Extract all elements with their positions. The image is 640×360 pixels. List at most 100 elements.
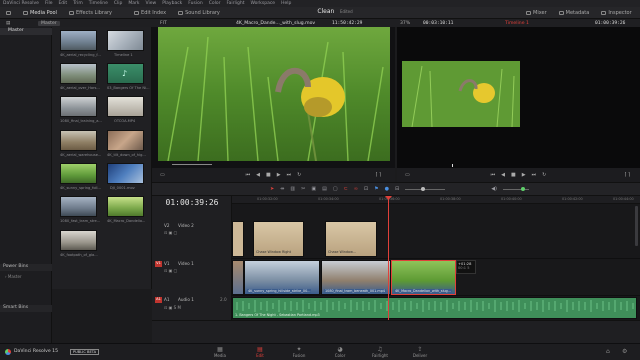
reverse-icon[interactable]: ◀ <box>501 172 505 178</box>
menu-fusion[interactable]: Fusion <box>188 1 202 6</box>
timeline-clip-v1[interactable]: 4K_sunny_spring_hillside_strike_00... <box>244 260 320 295</box>
page-tab-deliver[interactable]: ⇪ Deliver <box>411 346 429 358</box>
menu-timeline[interactable]: Timeline <box>89 1 108 6</box>
speaker-icon[interactable]: ◀) <box>491 186 497 192</box>
page-tab-edit[interactable]: ▤ Edit <box>253 346 267 358</box>
track-controls-v2[interactable]: ⊡ ▣ ▢ <box>164 230 177 235</box>
track-controls-v1[interactable]: ⊡ ▣ ▢ <box>164 268 177 273</box>
overwrite-clip-icon[interactable]: ▤ <box>322 186 327 192</box>
timeline-clip-v2[interactable]: Chase Window... <box>325 221 377 257</box>
menu-edit[interactable]: Edit <box>58 1 67 6</box>
bin-list-icon[interactable]: ▤ <box>6 21 10 26</box>
source-zoom[interactable]: FIT <box>160 21 167 26</box>
jump-start-icon[interactable]: ⏮ <box>491 172 496 178</box>
timeline-zoom[interactable]: 37% <box>400 21 410 26</box>
blade-tool-icon[interactable]: ✂ <box>301 186 305 192</box>
play-icon[interactable]: ▶ <box>277 172 281 178</box>
media-thumb[interactable] <box>60 163 97 184</box>
menu-color[interactable]: Color <box>209 1 221 6</box>
timeline-tracks[interactable]: 01:00:32:00 01:00:34:00 01:00:36:00 01:0… <box>232 196 640 320</box>
inspector-button[interactable]: Inspector <box>595 7 637 19</box>
reverse-icon[interactable]: ◀ <box>256 172 260 178</box>
timeline-ruler[interactable]: 01:00:32:00 01:00:34:00 01:00:36:00 01:0… <box>232 196 640 204</box>
source-patch-a1[interactable]: A1 <box>155 297 162 303</box>
timeline-clip-v1-selected[interactable]: 4K_Macro_Dandelion_with_slug... <box>391 260 456 295</box>
menu-file[interactable]: File <box>45 1 53 6</box>
replace-clip-icon[interactable]: ▢ <box>333 186 338 192</box>
bin-dropdown[interactable]: Master <box>38 20 60 26</box>
jump-end-icon[interactable]: ⏭ <box>287 172 292 178</box>
page-tab-color[interactable]: ◕ Color <box>333 346 347 358</box>
media-thumb[interactable] <box>107 163 144 184</box>
media-thumb[interactable] <box>60 230 97 251</box>
menu-playback[interactable]: Playback <box>162 1 182 6</box>
collapse-panel-button[interactable] <box>0 7 17 19</box>
media-thumb[interactable] <box>107 30 144 51</box>
edit-index-button[interactable]: Edit Index <box>128 7 172 19</box>
menu-app[interactable]: DaVinci Resolve <box>3 1 39 6</box>
volume-slider-handle[interactable] <box>520 186 525 191</box>
power-bin-master[interactable]: › Master <box>5 274 22 279</box>
effects-library-button[interactable]: Effects Library <box>63 7 118 19</box>
media-thumb[interactable] <box>60 63 97 84</box>
zoom-full-icon[interactable]: ⊟ <box>395 186 399 192</box>
stop-icon[interactable]: ■ <box>266 172 271 178</box>
menu-mark[interactable]: Mark <box>128 1 139 6</box>
timeline-clip-v2[interactable] <box>232 221 244 257</box>
power-bins-header[interactable]: Power Bins <box>0 264 52 271</box>
page-tab-fusion[interactable]: ✦ Fusion <box>292 346 306 358</box>
smart-bins-header[interactable]: Smart Bins <box>0 305 52 312</box>
mark-in-icon[interactable]: ⌈ ⌉ <box>376 172 382 178</box>
menu-help[interactable]: Help <box>281 1 291 6</box>
sound-library-button[interactable]: Sound Library <box>172 7 226 19</box>
media-thumb[interactable] <box>60 130 97 151</box>
page-tab-media[interactable]: ▦ Media <box>213 346 227 358</box>
snapping-icon[interactable]: ⊂ <box>344 186 348 192</box>
jump-end-icon[interactable]: ⏭ <box>532 172 537 178</box>
insert-clip-icon[interactable]: ▣ <box>311 186 316 192</box>
media-thumb[interactable]: ♪ <box>107 63 144 84</box>
source-scrubber[interactable] <box>172 164 212 165</box>
zoom-slider[interactable] <box>405 186 446 191</box>
clip-options-icon[interactable]: ▭ <box>160 172 165 178</box>
timeline-clip-v2[interactable]: Chase Window Right <box>253 221 304 257</box>
timeline-viewer[interactable] <box>397 27 640 182</box>
metadata-button[interactable]: Metadata <box>553 7 596 19</box>
source-patch-v1[interactable]: V1 <box>155 261 162 267</box>
position-lock-icon[interactable]: ⊡ <box>364 186 368 192</box>
menu-clip[interactable]: Clip <box>114 1 123 6</box>
timeline-clip-v1[interactable] <box>232 260 244 295</box>
master-bin[interactable]: Master <box>0 28 52 35</box>
timeline-clip-v1[interactable]: 1080_final_tram_beneath_001.mp4 <box>321 260 391 295</box>
flag-icon[interactable]: ⚑ <box>374 186 378 192</box>
dynamic-trim-icon[interactable]: ▥ <box>290 186 295 192</box>
menu-fairlight[interactable]: Fairlight <box>226 1 244 6</box>
selection-tool-icon[interactable]: ➤ <box>270 186 274 192</box>
timeline-name-dropdown[interactable]: Timeline 1 <box>505 21 529 26</box>
media-thumb[interactable] <box>60 96 97 117</box>
mixer-button[interactable]: Mixer <box>520 7 553 19</box>
settings-icon[interactable]: ⚙ <box>622 348 627 355</box>
marker-icon[interactable]: ● <box>385 186 389 192</box>
media-thumb[interactable] <box>107 196 144 217</box>
trim-tool-icon[interactable]: ⇹ <box>280 186 284 192</box>
media-thumb[interactable] <box>60 30 97 51</box>
menu-view[interactable]: View <box>146 1 157 6</box>
clip-options-icon[interactable]: ▭ <box>405 172 410 178</box>
media-thumb[interactable] <box>107 96 144 117</box>
zoom-slider-handle[interactable] <box>421 186 426 191</box>
media-thumb[interactable] <box>107 130 144 151</box>
stop-icon[interactable]: ■ <box>511 172 516 178</box>
media-pool-button[interactable]: Media Pool <box>17 7 63 19</box>
jump-start-icon[interactable]: ⏮ <box>246 172 251 178</box>
source-viewer[interactable] <box>152 27 395 182</box>
menu-trim[interactable]: Trim <box>73 1 83 6</box>
linked-selection-icon[interactable]: ∞ <box>354 186 358 192</box>
loop-icon[interactable]: ↻ <box>297 172 301 178</box>
menu-workspace[interactable]: Workspace <box>250 1 275 6</box>
volume-slider[interactable] <box>502 186 529 191</box>
timeline-vertical-scrollbar[interactable] <box>635 206 638 246</box>
track-controls-a1[interactable]: ⊡ ▣ S M <box>164 305 181 310</box>
mark-in-icon[interactable]: ⌈ ⌉ <box>625 172 631 178</box>
media-thumb[interactable] <box>60 196 97 217</box>
